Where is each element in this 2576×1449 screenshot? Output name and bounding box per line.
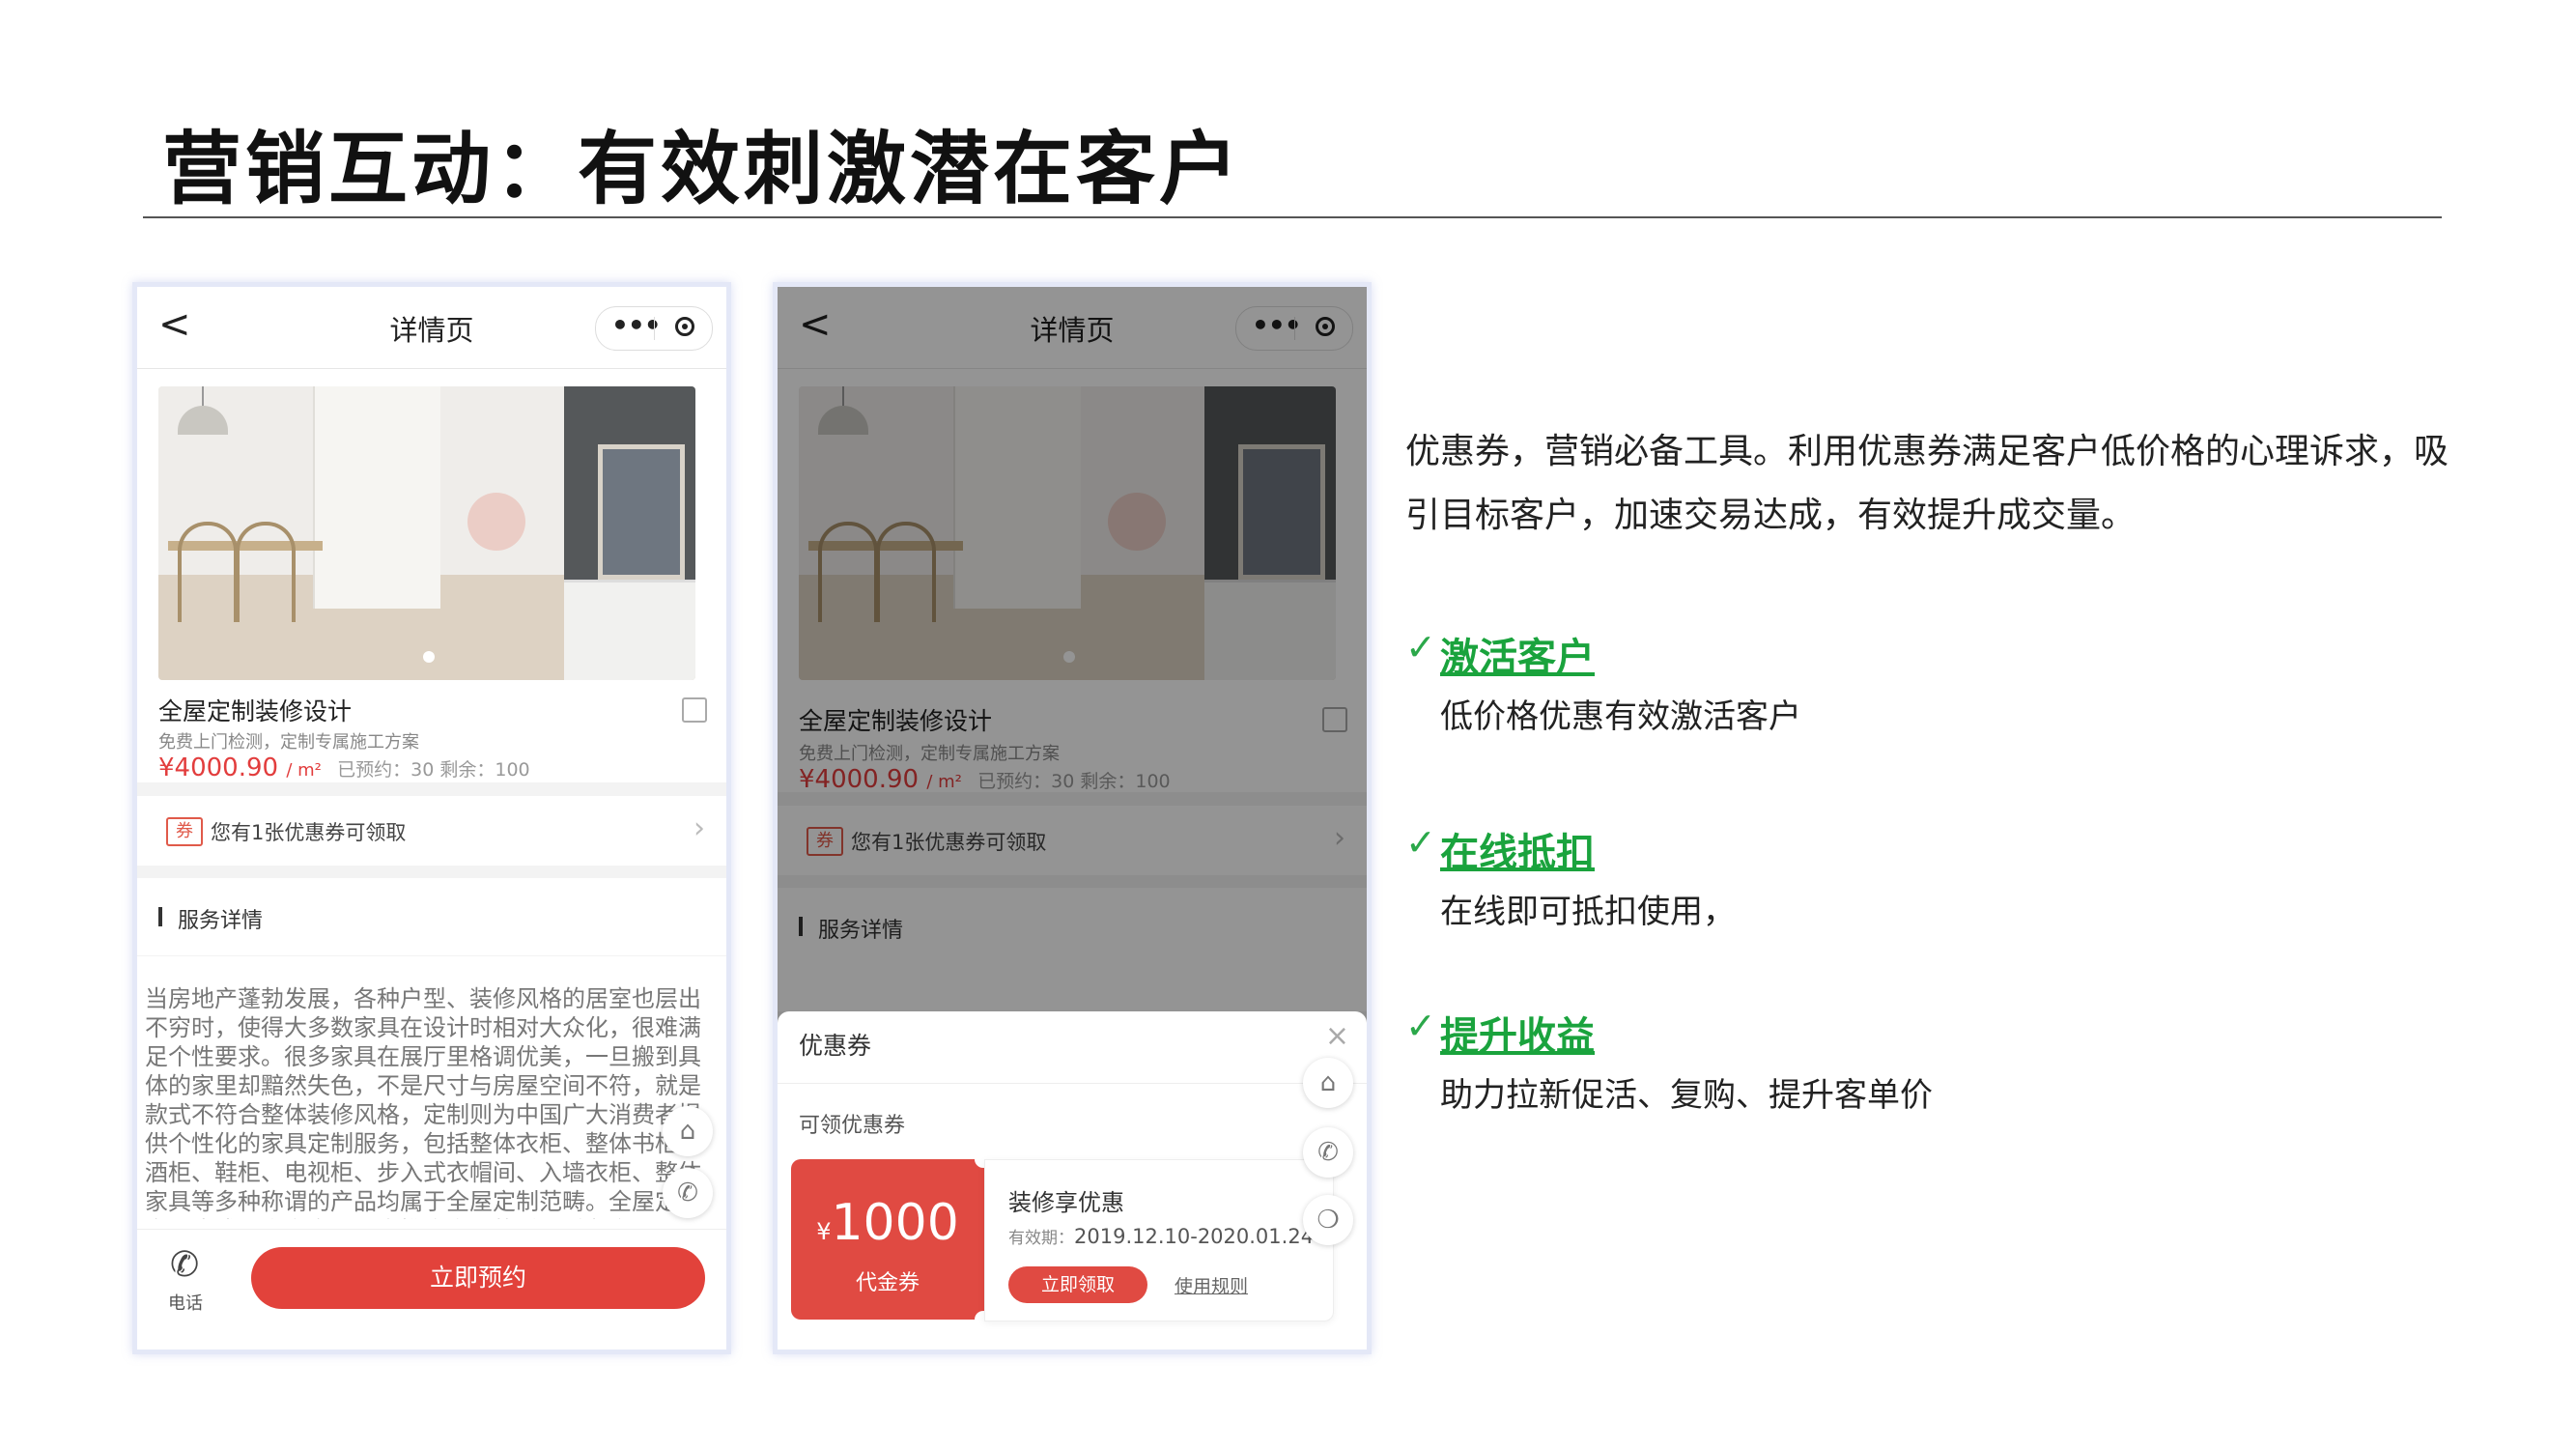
product-image[interactable] [158,386,695,680]
intro-text: 优惠券，营销必备工具。利用优惠券满足客户低价格的心理诉求，吸引目标客户，加速交易… [1405,432,2449,535]
close-icon[interactable]: × [1325,1019,1349,1053]
feature-description: 低价格优惠有效激活客户 [1440,697,1801,736]
close-target-icon[interactable] [675,317,694,336]
book-now-button[interactable]: 立即预约 [251,1247,705,1309]
coupon-entry-text: 您有1张优惠券可领取 [211,821,407,844]
slide-title: 营销互动：有效刺激潜在客户 [162,124,1243,215]
price-unit: / m² [286,760,322,781]
home-icon[interactable]: ⌂ [663,1106,713,1156]
coupon-sheet: 优惠券 × 可领优惠券 ¥1000 代金券 装修享优惠 有效期：2019.12.… [778,1011,1367,1350]
usage-rules-link[interactable]: 使用规则 [1175,1272,1248,1298]
phone-float-icon[interactable]: ✆ [663,1168,713,1218]
feature-heading: 提升收益 [1440,1014,1595,1059]
coupon-name: 装修享优惠 [1008,1189,1124,1216]
nav-bar: < 详情页 ••• [137,287,726,369]
product-subtitle: 免费上门检测，定制专属施工方案 [158,732,419,753]
coupon-info-panel: 装修享优惠 有效期：2019.12.10-2020.01.24 立即领取 使用规… [984,1159,1334,1321]
validity-label: 有效期： [1008,1229,1074,1248]
phone-float-icon[interactable]: ✆ [1303,1127,1353,1178]
coupon-value-panel: ¥1000 代金券 [791,1159,984,1320]
capsule-divider [654,317,655,340]
available-coupons-label: 可领优惠券 [799,1114,906,1138]
check-icon: ✓ [1405,821,1436,864]
phone-label: 电话 [168,1293,203,1314]
coupon-entry-row[interactable]: 券 您有1张优惠券可领取 › [137,796,726,866]
claim-coupon-button[interactable]: 立即领取 [1008,1266,1147,1303]
service-details-header: 服务详情 [137,878,726,955]
bottom-action-bar: ✆ 电话 立即预约 [137,1229,726,1350]
stock-meta: 已预约：30 剩余：100 [337,759,530,781]
coupon-tag-icon: 券 [166,817,203,846]
share-icon[interactable] [682,697,707,723]
feature-heading: 激活客户 [1440,636,1595,680]
coupon-amount: ¥1000 [791,1194,984,1252]
check-icon: ✓ [1405,1005,1436,1047]
carousel-indicator [423,651,435,663]
service-details-label: 服务详情 [178,909,264,933]
feature-heading: 在线抵扣 [1440,831,1595,875]
phone-icon[interactable]: ✆ [170,1245,199,1285]
product-name: 全屋定制装修设计 [158,697,353,725]
chat-icon[interactable]: ❍ [1303,1195,1353,1245]
sheet-divider [778,1083,1367,1084]
service-details-body: 当房地产蓬勃发展，各种户型、装修风格的居室也层出不穷时，使得大多数家具在设计时相… [145,984,717,1219]
price-value: ¥4000.90 [158,753,279,782]
home-icon[interactable]: ⌂ [1303,1058,1353,1108]
product-price: ¥4000.90 / m² 已预约：30 剩余：100 [158,753,530,782]
check-icon: ✓ [1405,626,1436,668]
section-marker [158,907,162,926]
coupon-validity: 有效期：2019.12.10-2020.01.24 [1008,1224,1314,1248]
phone-detail-page: < 详情页 ••• 全屋定制装修设计 免费上门检测，定制专属施工方案 ¥4000… [132,282,731,1354]
phone-coupon-popup: < 详情页 ••• 全屋定制装修设计 免费上门检测，定制专属施工方案 ¥4000… [773,282,1372,1354]
coupon-sheet-title: 优惠券 [799,1032,872,1060]
currency-symbol: ¥ [816,1218,832,1245]
mini-program-capsule: ••• [595,306,713,351]
feature-description: 在线即可抵扣使用， [1440,893,1736,931]
coupon-kind: 代金券 [855,1271,920,1295]
title-divider [143,216,2442,218]
coupon-amount-value: 1000 [831,1194,959,1252]
validity-dates: 2019.12.10-2020.01.24 [1074,1225,1315,1248]
product-card: 全屋定制装修设计 免费上门检测，定制专属施工方案 ¥4000.90 / m² 已… [137,369,726,782]
feature-description: 助力拉新促活、复购、提升客单价 [1440,1076,1933,1115]
chevron-right-icon: › [694,811,705,845]
